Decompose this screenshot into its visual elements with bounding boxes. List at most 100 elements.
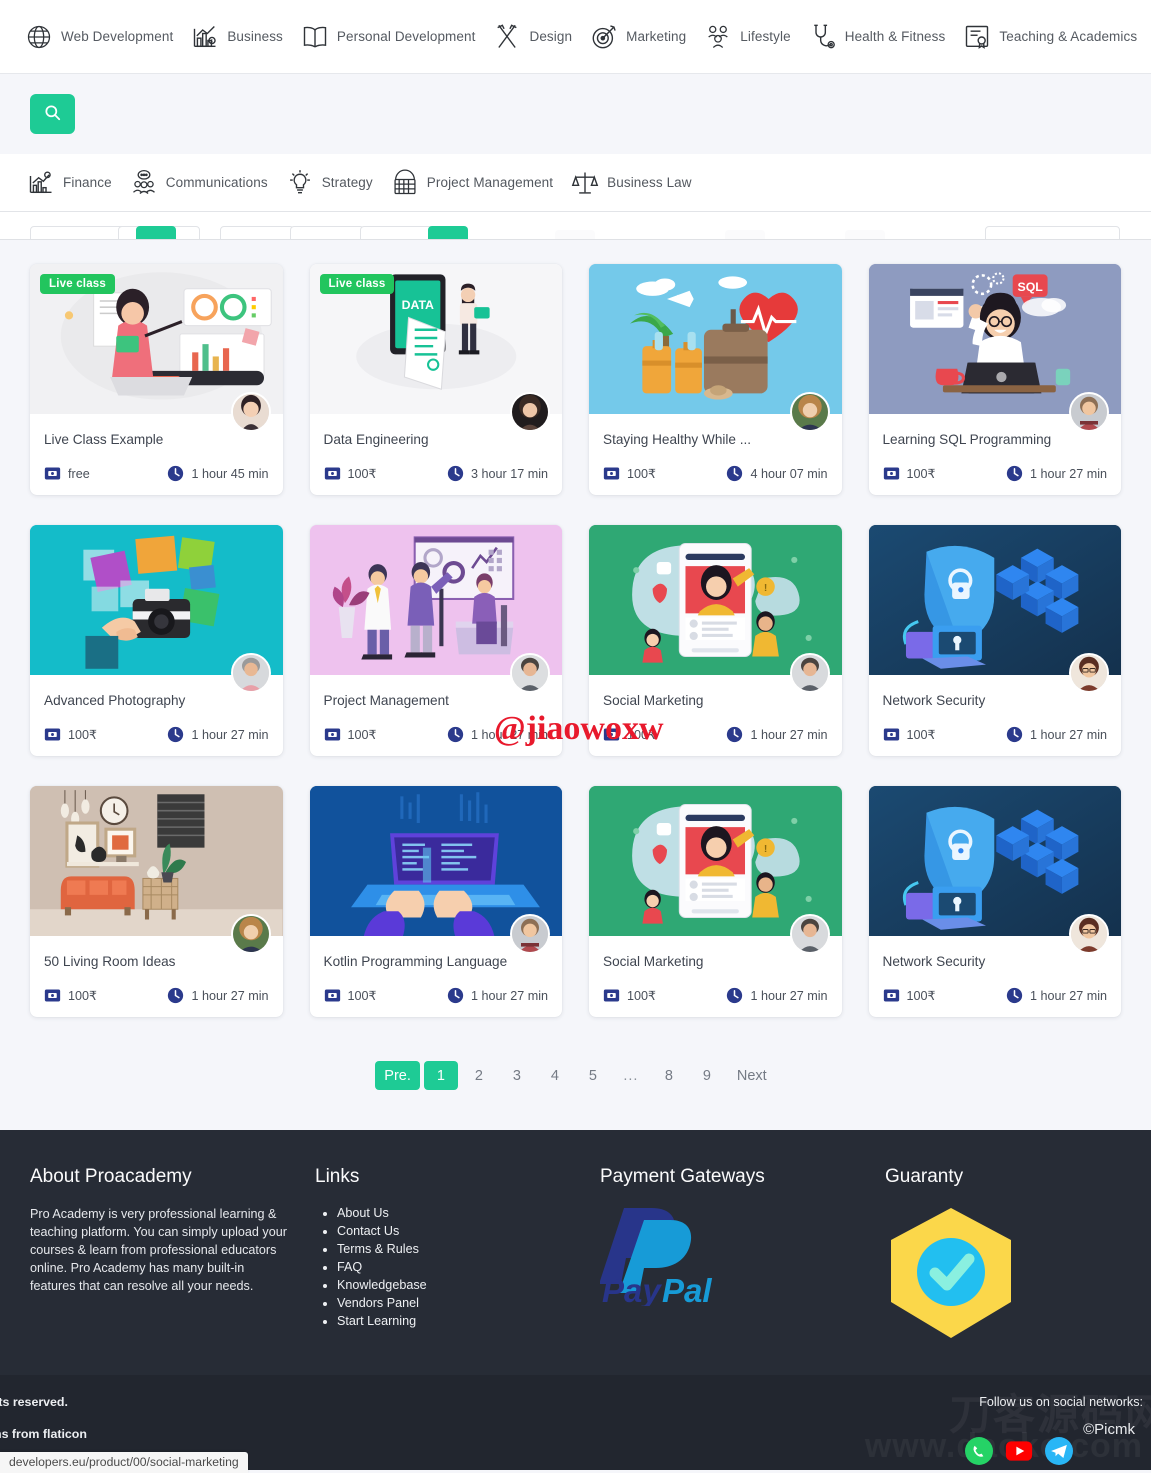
course-duration: 1 hour 27 min bbox=[167, 987, 269, 1004]
nav-item-health-fitness[interactable]: Health & Fitness bbox=[800, 17, 955, 57]
credits-text: Illustrations from freepik & icons from … bbox=[0, 1427, 87, 1441]
course-price: 100₹ bbox=[44, 726, 97, 743]
pagination-page-2[interactable]: 2 bbox=[462, 1061, 496, 1090]
pagination-ellipsis: ... bbox=[623, 1067, 639, 1084]
sub-category-nav: Finance Communications Strategy Project … bbox=[0, 154, 1151, 212]
search-button[interactable] bbox=[30, 94, 75, 134]
course-card[interactable]: Network Security 100₹ 1 hour 27 min bbox=[868, 525, 1121, 756]
filter-select-3[interactable] bbox=[220, 226, 294, 239]
filter-ghost-3[interactable] bbox=[845, 230, 885, 239]
pagination-prev[interactable]: Pre. bbox=[375, 1061, 420, 1090]
instructor-avatar[interactable] bbox=[789, 392, 830, 432]
pagination: Pre. 1 2 3 4 5 ... 8 9 Next bbox=[0, 1017, 1151, 1130]
communications-icon bbox=[130, 169, 158, 197]
price-value: 100₹ bbox=[347, 989, 377, 1003]
telegram-icon[interactable] bbox=[1045, 1437, 1073, 1465]
follow-us-text: Follow us on social networks: bbox=[979, 1395, 1143, 1409]
filter-apply-2[interactable] bbox=[428, 226, 468, 239]
pagination-page-1[interactable]: 1 bbox=[423, 1061, 458, 1090]
subnav-label: Project Management bbox=[426, 175, 554, 190]
course-card[interactable]: ! Social Marketing 100₹ 1 hour 27 min bbox=[589, 786, 842, 1017]
instructor-avatar[interactable] bbox=[510, 653, 550, 693]
instructor-avatar[interactable] bbox=[510, 392, 550, 432]
subnav-item-finance[interactable]: Finance bbox=[18, 163, 121, 203]
duration-value: 1 hour 27 min bbox=[1029, 727, 1107, 742]
price-wallet-icon bbox=[324, 987, 341, 1004]
clock-icon bbox=[726, 465, 743, 482]
course-card[interactable]: 50 Living Room Ideas 100₹ 1 hour 27 min bbox=[30, 786, 283, 1017]
filter-row-clipped bbox=[0, 212, 1151, 240]
footer-link-vendors-panel[interactable]: Vendors Panel bbox=[337, 1296, 600, 1310]
nav-item-teaching-academics[interactable]: Teaching & Academics bbox=[954, 17, 1146, 57]
course-card[interactable]: Project Management 100₹ 1 hour 27 min bbox=[309, 525, 562, 756]
course-card[interactable]: Network Security 100₹ 1 hour 27 min bbox=[868, 786, 1121, 1017]
svg-text:Pay: Pay bbox=[602, 1272, 662, 1306]
instructor-avatar[interactable] bbox=[230, 914, 271, 954]
course-card[interactable]: DATA Live class Data Engineering 100₹ 3 … bbox=[309, 264, 562, 495]
clock-icon bbox=[167, 465, 184, 482]
footer-link-contact-us[interactable]: Contact Us bbox=[337, 1224, 600, 1238]
instructor-avatar[interactable] bbox=[510, 914, 550, 954]
course-card[interactable]: Advanced Photography 100₹ 1 hour 27 min bbox=[30, 525, 283, 756]
duration-value: 1 hour 27 min bbox=[1029, 466, 1107, 481]
pagination-page-5[interactable]: 5 bbox=[576, 1061, 610, 1090]
nav-label: Web Development bbox=[61, 29, 174, 44]
filter-ghost-1[interactable] bbox=[555, 230, 595, 239]
subnav-item-strategy[interactable]: Strategy bbox=[277, 163, 382, 203]
filter-select-1[interactable] bbox=[30, 226, 130, 239]
nav-item-marketing[interactable]: Marketing bbox=[581, 17, 695, 57]
whatsapp-icon[interactable] bbox=[965, 1437, 993, 1465]
subnav-item-project-management[interactable]: Project Management bbox=[382, 163, 562, 203]
instructor-avatar[interactable] bbox=[230, 392, 271, 432]
youtube-icon[interactable] bbox=[1005, 1437, 1033, 1465]
lightbulb-icon bbox=[286, 169, 314, 197]
filter-ghost-2[interactable] bbox=[725, 230, 765, 239]
course-price: 100₹ bbox=[324, 726, 377, 743]
footer-link-faq[interactable]: FAQ bbox=[337, 1260, 600, 1274]
instructor-avatar[interactable] bbox=[230, 653, 271, 693]
nav-item-personal-development[interactable]: Personal Development bbox=[292, 17, 485, 57]
course-card[interactable]: ! Social Marketing 100₹ 1 hour 27 min bbox=[589, 525, 842, 756]
course-card[interactable]: Staying Healthy While ... 100₹ 4 hour 07… bbox=[589, 264, 842, 495]
instructor-avatar[interactable] bbox=[1069, 653, 1109, 693]
course-meta: free 1 hour 45 min bbox=[44, 465, 269, 482]
course-duration: 1 hour 45 min bbox=[167, 465, 269, 482]
instructor-avatar[interactable] bbox=[789, 914, 830, 954]
pagination-next[interactable]: Next bbox=[728, 1061, 776, 1090]
course-card[interactable]: Live class Live Class Example free 1 hou… bbox=[30, 264, 283, 495]
course-title: Social Marketing bbox=[603, 954, 704, 969]
footer-link-knowledgebase[interactable]: Knowledgebase bbox=[337, 1278, 600, 1292]
instructor-avatar[interactable] bbox=[789, 653, 830, 693]
instructor-avatar[interactable] bbox=[1069, 914, 1109, 954]
nav-item-design[interactable]: Design bbox=[484, 17, 581, 57]
course-meta: 100₹ 1 hour 27 min bbox=[44, 987, 269, 1004]
course-title: Live Class Example bbox=[44, 432, 164, 447]
instructor-avatar[interactable] bbox=[1069, 392, 1109, 432]
pagination-page-4[interactable]: 4 bbox=[538, 1061, 572, 1090]
nav-item-lifestyle[interactable]: Lifestyle bbox=[695, 17, 799, 57]
course-card[interactable]: SQL Learning SQL Programming 100₹ 1 hour… bbox=[868, 264, 1121, 495]
nav-item-web-development[interactable]: Web Development bbox=[16, 17, 182, 57]
footer-link-about-us[interactable]: About Us bbox=[337, 1206, 600, 1220]
footer-links-heading: Links bbox=[315, 1166, 360, 1187]
filter-select-4[interactable] bbox=[290, 226, 364, 239]
filter-apply-1[interactable] bbox=[136, 226, 176, 239]
pagination-page-3[interactable]: 3 bbox=[500, 1061, 534, 1090]
course-thumbnail bbox=[30, 525, 283, 675]
svg-text:DATA: DATA bbox=[401, 298, 433, 312]
pagination-page-8[interactable]: 8 bbox=[652, 1061, 686, 1090]
course-duration: 1 hour 27 min bbox=[1006, 987, 1107, 1004]
pagination-page-9[interactable]: 9 bbox=[690, 1061, 724, 1090]
subnav-item-business-law[interactable]: Business Law bbox=[562, 163, 701, 203]
stethoscope-icon bbox=[809, 23, 837, 51]
footer-link-start-learning[interactable]: Start Learning bbox=[337, 1314, 600, 1328]
footer-link-terms-rules[interactable]: Terms & Rules bbox=[337, 1242, 600, 1256]
people-group-icon bbox=[704, 23, 732, 51]
subnav-item-communications[interactable]: Communications bbox=[121, 163, 277, 203]
course-card[interactable]: Kotlin Programming Language 100₹ 1 hour … bbox=[309, 786, 562, 1017]
nav-item-business[interactable]: $ Business bbox=[182, 17, 292, 57]
footer-links-column: Links About Us Contact Us Terms & Rules … bbox=[315, 1166, 600, 1345]
filter-select-5[interactable] bbox=[360, 226, 434, 239]
svg-text:Pal: Pal bbox=[662, 1272, 712, 1306]
filter-search-box[interactable] bbox=[985, 226, 1120, 239]
